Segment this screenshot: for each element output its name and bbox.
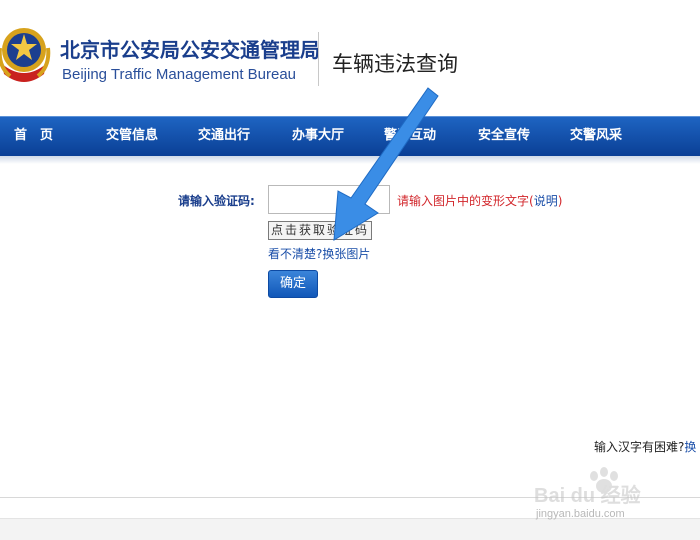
help-link[interactable]: 换 bbox=[684, 440, 696, 454]
nav-item-traffic-info[interactable]: 交管信息 bbox=[106, 117, 158, 157]
page: 北京市公安局公安交通管理局 Beijing Traffic Management… bbox=[0, 0, 700, 540]
watermark-brand: Bai du 经验 bbox=[534, 483, 641, 507]
captcha-input[interactable] bbox=[268, 185, 390, 214]
refresh-question: 看不清楚? bbox=[268, 247, 323, 261]
nav-item-police-style[interactable]: 交警风采 bbox=[570, 117, 622, 157]
captcha-label: 请输入验证码: bbox=[178, 194, 255, 208]
page-title: 车辆违法查询 bbox=[332, 52, 458, 76]
refresh-row: 看不清楚?换张图片 bbox=[268, 245, 370, 262]
main-nav: 首 页 交管信息 交通出行 办事大厅 警民互动 安全宣传 交警风采 bbox=[0, 116, 700, 156]
hint-text: 请输入图片中的变形文字 bbox=[397, 194, 530, 208]
brand-title-cn: 北京市公安局公安交通管理局 bbox=[60, 38, 320, 62]
site-header: 北京市公安局公安交通管理局 Beijing Traffic Management… bbox=[0, 0, 700, 112]
nav-item-service-hall[interactable]: 办事大厅 bbox=[292, 117, 344, 157]
hint-close-paren: ) bbox=[557, 194, 563, 208]
nav-shadow bbox=[0, 156, 700, 164]
police-emblem-icon bbox=[0, 28, 51, 82]
explain-link[interactable]: 说明 bbox=[534, 194, 558, 208]
help-row: 输入汉字有困难?换 bbox=[594, 438, 696, 455]
brand-title-en: Beijing Traffic Management Bureau bbox=[62, 66, 297, 83]
help-text: 输入汉字有困难? bbox=[594, 440, 685, 454]
nav-item-safety[interactable]: 安全宣传 bbox=[478, 117, 530, 157]
watermark-url: jingyan.baidu.com bbox=[536, 508, 625, 520]
nav-item-interaction[interactable]: 警民互动 bbox=[384, 117, 436, 157]
refresh-captcha-link[interactable]: 换张图片 bbox=[322, 247, 370, 261]
header-divider bbox=[318, 32, 319, 86]
confirm-button[interactable]: 确定 bbox=[268, 270, 318, 298]
captcha-hint: 请输入图片中的变形文字(说明) bbox=[397, 192, 562, 209]
captcha-image[interactable]: 点击获取验证码 bbox=[268, 221, 372, 240]
nav-item-home[interactable]: 首 页 bbox=[14, 117, 53, 157]
nav-item-travel[interactable]: 交通出行 bbox=[198, 117, 250, 157]
